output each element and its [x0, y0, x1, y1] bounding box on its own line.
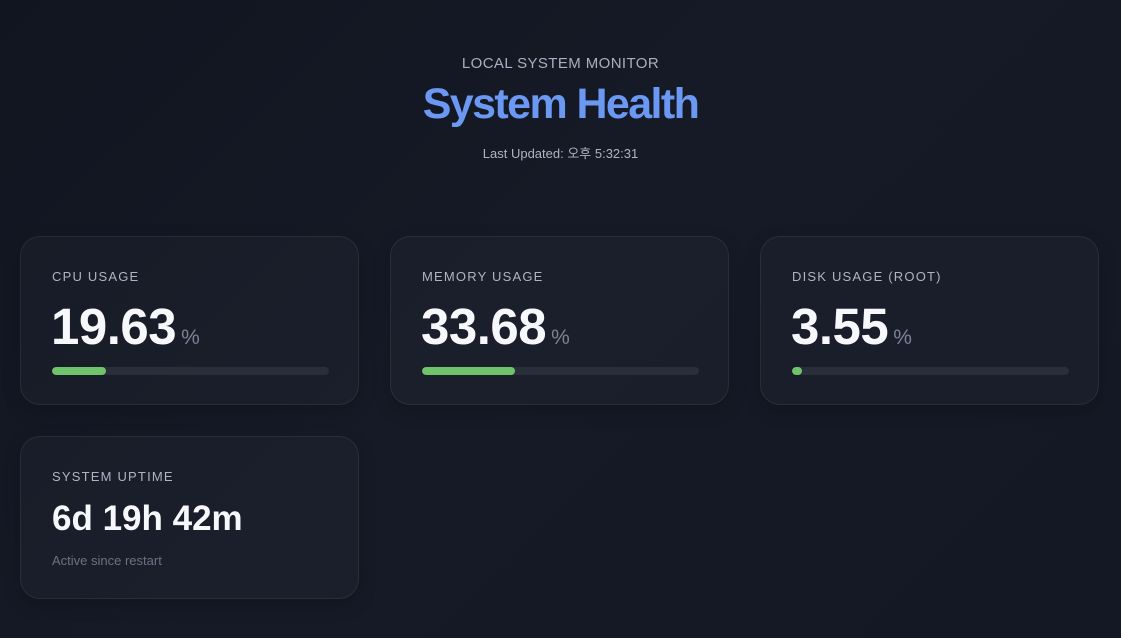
cpu-usage-card: CPU USAGE 19.63%: [20, 236, 359, 405]
disk-usage-metric: 3.55%: [791, 299, 912, 355]
memory-usage-metric: 33.68%: [421, 299, 570, 355]
disk-usage-value: 3.55: [791, 298, 889, 355]
memory-usage-value: 33.68: [421, 298, 547, 355]
system-uptime-label: SYSTEM UPTIME: [52, 469, 174, 484]
disk-usage-progress-track: [792, 367, 1069, 375]
app-eyebrow: LOCAL SYSTEM MONITOR: [461, 55, 660, 72]
memory-usage-unit: %: [551, 326, 570, 349]
memory-usage-progress-fill: [422, 367, 516, 375]
cpu-usage-value: 19.63: [51, 298, 177, 355]
system-uptime-card: SYSTEM UPTIME 6d 19h 42m Active since re…: [20, 436, 359, 599]
disk-usage-card: DISK USAGE (ROOT) 3.55%: [760, 236, 1099, 405]
disk-usage-unit: %: [893, 326, 912, 349]
page-header: LOCAL SYSTEM MONITOR System Health Last …: [0, 55, 1121, 162]
last-updated-timestamp: Last Updated: 오후 5:32:31: [482, 146, 639, 161]
disk-usage-progress-fill: [792, 367, 802, 375]
memory-usage-card: MEMORY USAGE 33.68%: [390, 236, 729, 405]
cpu-usage-progress-track: [52, 367, 329, 375]
cpu-usage-unit: %: [181, 326, 200, 349]
disk-usage-label: DISK USAGE (ROOT): [792, 269, 942, 284]
memory-usage-label: MEMORY USAGE: [422, 269, 544, 284]
cpu-usage-label: CPU USAGE: [52, 269, 140, 284]
system-uptime-value: 6d 19h 42m: [52, 499, 243, 538]
cpu-usage-progress-fill: [52, 367, 107, 375]
cpu-usage-metric: 19.63%: [51, 299, 200, 355]
memory-usage-progress-track: [422, 367, 699, 375]
page-title: System Health: [422, 80, 700, 128]
system-uptime-note: Active since restart: [52, 553, 162, 568]
